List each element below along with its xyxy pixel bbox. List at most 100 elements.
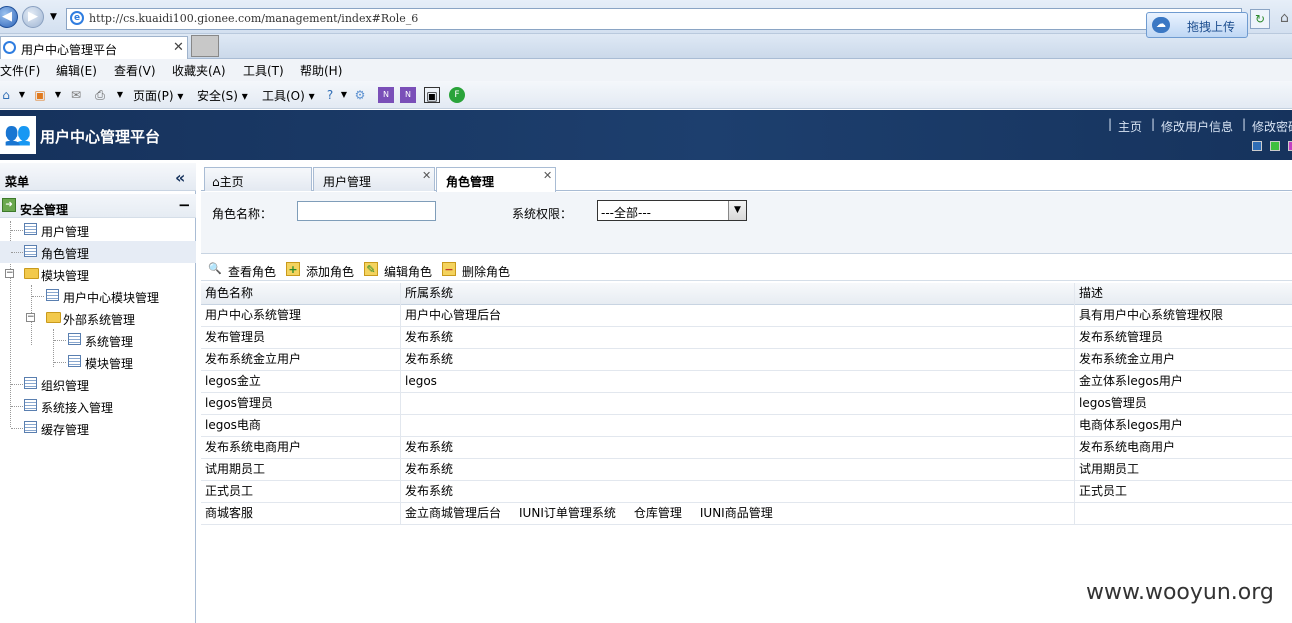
menu-tools[interactable]: 工具(T) — [243, 62, 284, 79]
table-row[interactable]: 商城客服 金立商城管理后台 IUNI订单管理系统 仓库管理 IUNI商品管理 — [201, 503, 1292, 525]
help-dropdown-icon[interactable]: ▼ — [336, 87, 352, 103]
refresh-icon[interactable]: ↻ — [1250, 9, 1270, 29]
column-header[interactable]: 角色名称 — [201, 283, 401, 305]
history-dropdown-icon[interactable]: ▼ — [50, 12, 57, 22]
table-row[interactable]: 发布系统金立用户 发布系统 发布系统金立用户 — [201, 349, 1292, 371]
rss-icon[interactable]: ▣ — [32, 87, 48, 103]
sidebar-item-cache[interactable]: 缓存管理 — [0, 417, 196, 439]
cell-role-name: 商城客服 — [201, 503, 401, 525]
role-toolbar: 🔍 查看角色 + 添加角色 ✎ 编辑角色 − 删除角色 — [201, 257, 1292, 281]
sidebar-item-system-access[interactable]: 系统接入管理 — [0, 395, 196, 417]
cell-systems: 发布系统 — [401, 481, 1075, 503]
tab-user-management[interactable]: 用户管理 ✕ — [313, 167, 435, 191]
theme-blue-button[interactable] — [1252, 141, 1262, 151]
users-logo-icon: 👥 — [0, 116, 36, 154]
cell-description — [1075, 503, 1292, 525]
table-row[interactable]: 发布系统电商用户 发布系统 发布系统电商用户 — [201, 437, 1292, 459]
table-row[interactable]: legos电商 电商体系legos用户 — [201, 415, 1292, 437]
tree-collapse-icon[interactable]: − — [5, 269, 14, 278]
sidebar-item-organization[interactable]: 组织管理 — [0, 373, 196, 395]
header-link-home[interactable]: 主页 — [1118, 118, 1142, 135]
menu-help[interactable]: 帮助(H) — [300, 62, 342, 79]
theme-purple-button[interactable] — [1288, 141, 1292, 151]
tools-menu[interactable]: 工具(O) ▾ — [262, 87, 315, 104]
table-icon — [24, 245, 37, 257]
minus-icon[interactable]: − — [178, 196, 191, 214]
table-row[interactable]: legos管理员 legos管理员 — [201, 393, 1292, 415]
sidebar-item-roles[interactable]: 角色管理 — [0, 241, 196, 263]
delete-role-button[interactable]: − 删除角色 — [442, 261, 514, 279]
screenshot-icon[interactable]: ▣ — [424, 87, 440, 103]
table-row[interactable]: legos金立 legos 金立体系legos用户 — [201, 371, 1292, 393]
close-tab-icon[interactable]: ✕ — [543, 169, 552, 182]
sidebar-item-modules[interactable]: − 模块管理 — [0, 263, 196, 285]
tab-role-management[interactable]: 角色管理 ✕ — [436, 167, 556, 192]
chevron-down-icon[interactable]: ▼ — [728, 201, 746, 220]
browser-tab[interactable]: 用户中心管理平台 ✕ — [0, 36, 188, 59]
close-tab-icon[interactable]: ✕ — [422, 169, 431, 182]
tab-home[interactable]: ⌂主页 — [204, 167, 312, 191]
header-link-change-password[interactable]: 修改密码 — [1252, 118, 1292, 135]
system-tag: legos — [405, 374, 437, 388]
system-tag: 发布系统 — [405, 484, 454, 498]
cell-role-name: legos电商 — [201, 415, 401, 437]
settings-gear-icon[interactable]: ⚙ — [352, 87, 368, 103]
home-dropdown-icon[interactable]: ▼ — [14, 87, 30, 103]
system-tag: 发布系统 — [405, 352, 454, 366]
drag-upload-button[interactable]: ☁ 拖拽上传 — [1146, 12, 1248, 38]
sidebar-item-uc-modules[interactable]: 用户中心模块管理 — [0, 285, 196, 307]
sidebar-item-label: 系统管理 — [85, 335, 134, 349]
forward-icon[interactable]: ▶ — [22, 6, 44, 28]
table-icon — [24, 421, 37, 433]
menu-file[interactable]: 文件(F) — [0, 62, 40, 79]
edit-role-button[interactable]: ✎ 编辑角色 — [364, 261, 436, 279]
extension-icon[interactable]: F — [449, 87, 465, 103]
table-row[interactable]: 发布管理员 发布系统 发布系统管理员 — [201, 327, 1292, 349]
header-link-edit-user[interactable]: 修改用户信息 — [1161, 118, 1233, 135]
role-name-label: 角色名称： — [212, 207, 273, 221]
mail-icon[interactable]: ✉ — [68, 87, 84, 103]
url-input[interactable]: http://cs.kuaidi100.gionee.com/managemen… — [66, 8, 1242, 30]
collapse-icon[interactable]: « — [175, 168, 185, 187]
table-row[interactable]: 正式员工 发布系统 正式员工 — [201, 481, 1292, 503]
role-name-input[interactable] — [297, 201, 436, 221]
home-icon[interactable]: ⌂ — [1280, 10, 1289, 26]
back-icon[interactable]: ◀ — [0, 6, 18, 28]
onenote-icon[interactable]: N — [378, 87, 394, 103]
cell-systems — [401, 393, 1075, 415]
home-icon[interactable]: ⌂ — [0, 87, 14, 103]
column-header[interactable]: 所属系统 — [401, 283, 1075, 305]
sidebar-item-module-manage[interactable]: 模块管理 — [0, 351, 196, 373]
view-role-button[interactable]: 🔍 查看角色 — [208, 261, 280, 279]
table-icon — [68, 333, 81, 345]
cell-role-name: legos金立 — [201, 371, 401, 393]
cell-role-name: 发布系统电商用户 — [201, 437, 401, 459]
sidebar-item-external-systems[interactable]: − 外部系统管理 — [0, 307, 196, 329]
tab-label: 用户管理 — [323, 175, 372, 189]
menu-edit[interactable]: 编辑(E) — [56, 62, 97, 79]
menu-view[interactable]: 查看(V) — [114, 62, 156, 79]
cell-role-name: 用户中心系统管理 — [201, 305, 401, 327]
table-row[interactable]: 用户中心系统管理 用户中心管理后台 具有用户中心系统管理权限 — [201, 305, 1292, 327]
print-icon[interactable]: ⎙ — [92, 87, 108, 103]
safety-menu[interactable]: 安全(S) ▾ — [197, 87, 248, 104]
close-tab-icon[interactable]: ✕ — [173, 40, 184, 55]
rss-dropdown-icon[interactable]: ▼ — [50, 87, 66, 103]
print-dropdown-icon[interactable]: ▼ — [112, 87, 128, 103]
browser-tab-title: 用户中心管理平台 — [21, 43, 118, 57]
sidebar-item-label: 模块管理 — [41, 269, 90, 283]
system-permission-select[interactable]: ---全部--- ▼ — [597, 200, 747, 221]
page-menu[interactable]: 页面(P) ▾ — [133, 87, 183, 104]
onenote-linked-icon[interactable]: N — [400, 87, 416, 103]
add-role-button[interactable]: + 添加角色 — [286, 261, 358, 279]
menu-favorites[interactable]: 收藏夹(A) — [172, 62, 226, 79]
sidebar-item-users[interactable]: 用户管理 — [0, 219, 196, 241]
table-icon — [24, 399, 37, 411]
theme-green-button[interactable] — [1270, 141, 1280, 151]
tree-collapse-icon[interactable]: − — [26, 313, 35, 322]
sidebar-group-security[interactable]: ➜ 安全管理 − — [0, 194, 196, 218]
new-tab-button[interactable] — [191, 35, 219, 57]
sidebar-item-system-manage[interactable]: 系统管理 — [0, 329, 196, 351]
column-header[interactable]: 描述 — [1075, 283, 1292, 305]
table-row[interactable]: 试用期员工 发布系统 试用期员工 — [201, 459, 1292, 481]
